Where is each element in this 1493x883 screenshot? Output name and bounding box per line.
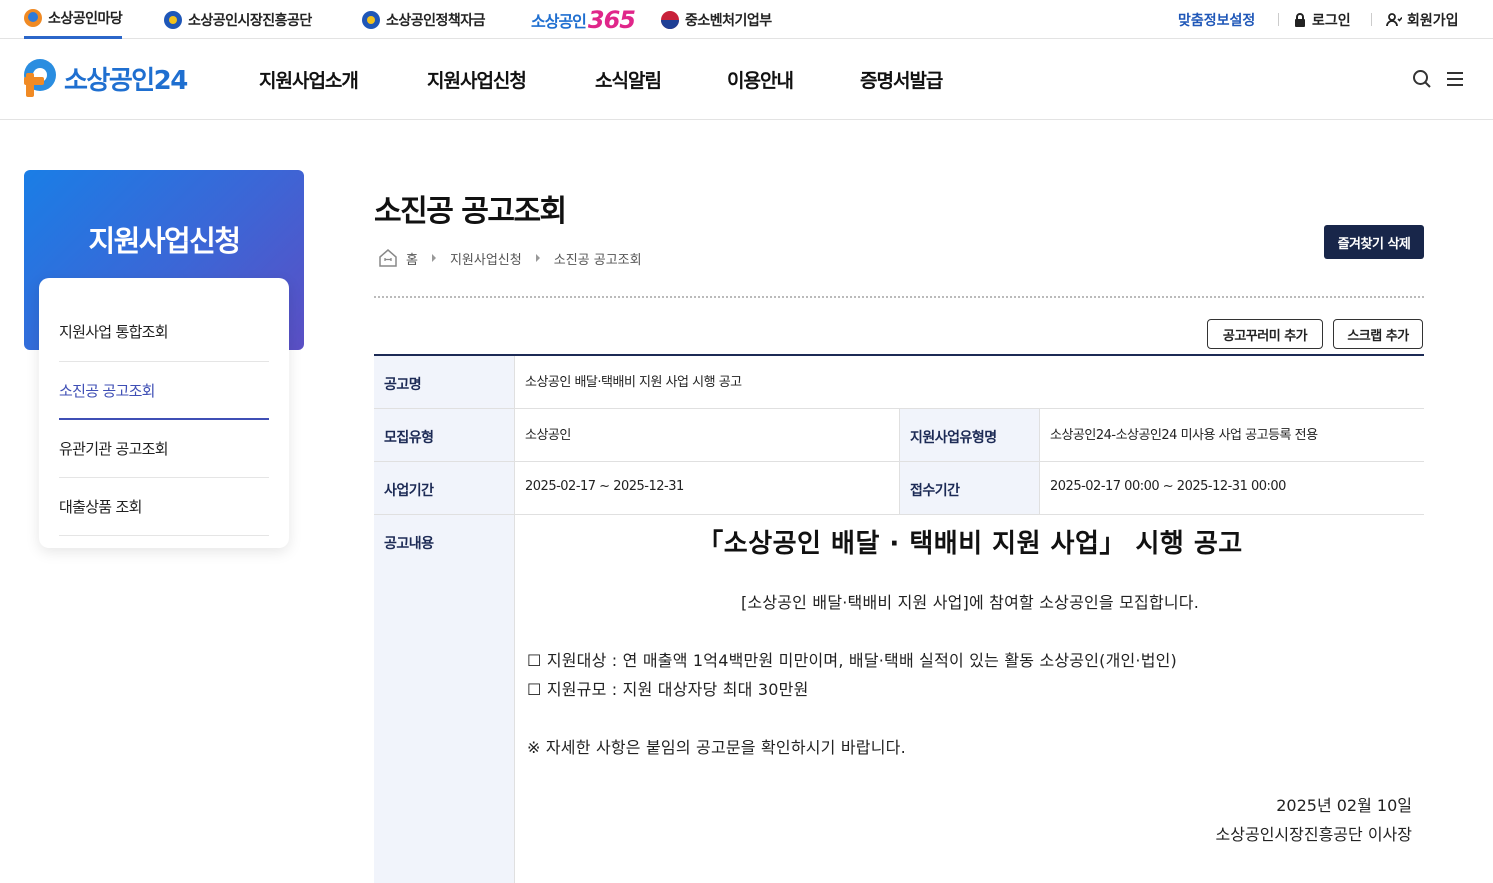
content-heading: 「소상공인 배달 · 택배비 지원 사업」 시행 공고: [697, 529, 1243, 559]
sidebar-item-semas-notice[interactable]: 소진공 공고조회: [59, 362, 269, 420]
menu-icon[interactable]: [1444, 68, 1466, 90]
custom-info-link[interactable]: 맞춤정보설정: [1178, 0, 1255, 39]
nav-news[interactable]: 소식알림: [595, 39, 662, 120]
sosang24-logo-icon: [24, 59, 62, 97]
content-label: 공고내용: [374, 515, 514, 883]
sosang-logo-icon: [24, 9, 42, 27]
add-scrap-button[interactable]: 스크랩 추가: [1333, 319, 1423, 349]
biz-period-value: 2025-02-17 ~ 2025-12-31: [514, 462, 899, 514]
user-add-icon: [1386, 12, 1402, 26]
login-link[interactable]: 로그인: [1293, 0, 1351, 39]
main-header: 소상공인24 지원사업소개 지원사업신청 소식알림 이용안내 증명서발급: [0, 39, 1493, 120]
divider: [374, 296, 1424, 298]
breadcrumb: 홈 지원사업신청 소진공 공고조회: [378, 246, 642, 270]
content-signer: 소상공인시장진흥공단 이사장: [1215, 825, 1412, 844]
notice-name-value: 소상공인 배달·택배비 지원 사업 시행 공고: [514, 356, 1424, 408]
site-link-sosanggongin-madang[interactable]: 소상공인마당: [24, 0, 123, 39]
nav-guide[interactable]: 이용안내: [727, 39, 794, 120]
divider: [1278, 13, 1279, 26]
semas-logo-icon: [164, 10, 182, 29]
table-row: 공고명 소상공인 배달·택배비 지원 사업 시행 공고: [374, 356, 1424, 409]
semas-logo-icon: [362, 10, 380, 29]
content-date: 2025년 02월 10일: [1276, 796, 1412, 815]
breadcrumb-current[interactable]: 소진공 공고조회: [554, 249, 642, 268]
nav-support-intro[interactable]: 지원사업소개: [259, 39, 359, 120]
page-title: 소진공 공고조회: [374, 194, 567, 229]
add-bundle-button[interactable]: 공고꾸러미 추가: [1207, 319, 1323, 349]
breadcrumb-home[interactable]: 홈: [406, 249, 418, 268]
sidebar-item-integrated-search[interactable]: 지원사업 통합조회: [59, 303, 269, 362]
table-row: 공고내용 「소상공인 배달 · 택배비 지원 사업」 시행 공고 [소상공인 배…: [374, 515, 1424, 883]
site-link-mss[interactable]: 중소벤처기업부: [661, 0, 772, 39]
notice-name-label: 공고명: [374, 356, 514, 408]
sidebar-menu: 지원사업 통합조회 소진공 공고조회 유관기관 공고조회 대출상품 조회: [39, 278, 289, 548]
search-icon[interactable]: [1411, 68, 1433, 90]
receipt-period-value: 2025-02-17 00:00 ~ 2025-12-31 00:00: [1039, 462, 1424, 514]
sidebar-item-related-agency[interactable]: 유관기관 공고조회: [59, 420, 269, 478]
recruit-type-label: 모집유형: [374, 409, 514, 461]
content-intro: [소상공인 배달·택배비 지원 사업]에 참여할 소상공인을 모집합니다.: [740, 593, 1199, 612]
signup-link[interactable]: 회원가입: [1386, 0, 1459, 39]
content-scale: ☐ 지원규모 : 지원 대상자당 최대 30만원: [527, 680, 809, 699]
content-note: ※ 자세한 사항은 붙임의 공고문을 확인하시기 바랍니다.: [527, 738, 906, 757]
site-link-semas[interactable]: 소상공인시장진흥공단: [164, 0, 312, 39]
nav-certificate[interactable]: 증명서발급: [860, 39, 943, 120]
table-row: 모집유형 소상공인 지원사업유형명 소상공인24-소상공인24 미사용 사업 공…: [374, 409, 1424, 462]
receipt-period-label: 접수기간: [899, 462, 1039, 514]
sidebar-item-loan-products[interactable]: 대출상품 조회: [59, 478, 269, 536]
biz-period-label: 사업기간: [374, 462, 514, 514]
site-logo[interactable]: 소상공인24: [24, 58, 188, 98]
table-row: 사업기간 2025-02-17 ~ 2025-12-31 접수기간 2025-0…: [374, 462, 1424, 515]
sidebar-title: 지원사업신청: [88, 224, 241, 258]
site-link-sosang365[interactable]: 소상공인 365: [531, 0, 636, 39]
site-link-policy-fund[interactable]: 소상공인정책자금: [362, 0, 486, 39]
breadcrumb-arrow-icon: [535, 254, 540, 262]
nav-support-apply[interactable]: 지원사업신청: [427, 39, 527, 120]
top-utility-bar: 소상공인마당 소상공인시장진흥공단 소상공인정책자금 소상공인 365 중소벤처…: [0, 0, 1493, 39]
content-target: ☐ 지원대상 : 연 매출액 1억4백만원 미만이며, 배달·택배 실적이 있는…: [527, 651, 1177, 670]
favorite-delete-button[interactable]: 즐겨찾기 삭제: [1324, 225, 1424, 259]
notice-content: 「소상공인 배달 · 택배비 지원 사업」 시행 공고 [소상공인 배달·택배비…: [514, 515, 1424, 883]
biz-type-label: 지원사업유형명: [899, 409, 1039, 461]
biz-type-value: 소상공인24-소상공인24 미사용 사업 공고등록 전용: [1039, 409, 1424, 461]
notice-detail-table: 공고명 소상공인 배달·택배비 지원 사업 시행 공고 모집유형 소상공인 지원…: [374, 354, 1424, 883]
breadcrumb-support-apply[interactable]: 지원사업신청: [450, 249, 522, 268]
taegeuk-logo-icon: [661, 10, 679, 29]
breadcrumb-arrow-icon: [431, 254, 436, 262]
recruit-type-value: 소상공인: [514, 409, 899, 461]
home-icon[interactable]: [378, 248, 398, 268]
lock-icon: [1295, 12, 1305, 27]
divider: [1371, 13, 1372, 26]
